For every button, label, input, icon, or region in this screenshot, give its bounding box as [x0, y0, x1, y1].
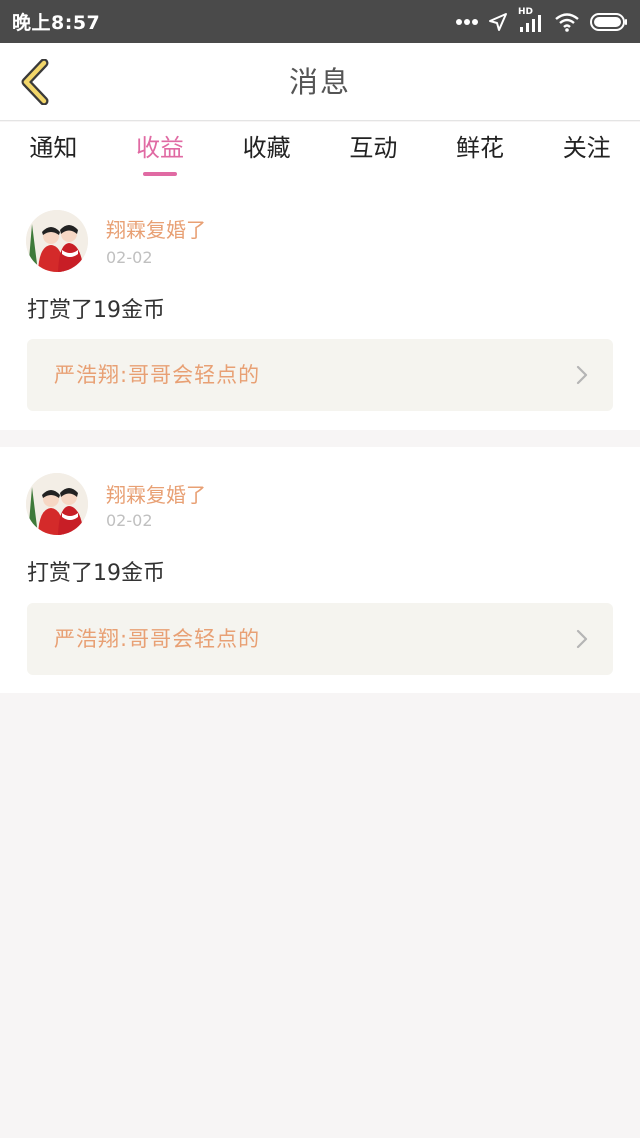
message-date: 02-02 [106, 511, 153, 530]
nav-bar: 消息 [0, 43, 640, 121]
quoted-content-link[interactable]: 严浩翔:哥哥会轻点的 [27, 339, 613, 411]
quoted-content-link[interactable]: 严浩翔:哥哥会轻点的 [27, 603, 613, 675]
location-arrow-icon [489, 12, 507, 31]
tab-follows[interactable]: 关注 [533, 122, 640, 182]
tab-label: 收藏 [242, 134, 291, 162]
tab-label: 收益 [136, 134, 184, 162]
tab-label: 通知 [29, 134, 78, 162]
avatar[interactable] [26, 210, 88, 272]
tab-notifications[interactable]: 通知 [0, 122, 107, 182]
message-date: 02-02 [106, 248, 153, 267]
username[interactable]: 翔霖复婚了 [106, 214, 206, 243]
tab-label: 关注 [562, 134, 611, 162]
tab-favorites[interactable]: 收藏 [213, 122, 320, 182]
chevron-right-icon [576, 365, 588, 385]
active-tab-indicator [143, 172, 177, 176]
quoted-text: 严浩翔:哥哥会轻点的 [54, 627, 261, 651]
chevron-right-icon [576, 629, 588, 649]
tab-bar: 通知 收益 收藏 互动 鲜花 关注 [0, 122, 640, 182]
message-text: 打赏了19金币 [27, 561, 165, 586]
tab-interactions[interactable]: 互动 [320, 122, 427, 182]
status-icons: HD [456, 7, 628, 33]
battery-icon [590, 12, 627, 31]
tab-earnings[interactable]: 收益 [107, 122, 214, 182]
tab-label: 鲜花 [456, 134, 505, 162]
status-time: 晚上8:57 [12, 12, 101, 34]
tab-flowers[interactable]: 鲜花 [427, 122, 534, 182]
message-card: 翔霖复婚了 02-02 打赏了19金币 严浩翔:哥哥会轻点的 [0, 182, 640, 430]
wifi-icon [555, 12, 579, 32]
tab-label: 互动 [349, 134, 398, 162]
message-text: 打赏了19金币 [27, 298, 165, 323]
avatar[interactable] [26, 473, 88, 535]
quoted-text: 严浩翔:哥哥会轻点的 [54, 363, 261, 387]
message-card: 翔霖复婚了 02-02 打赏了19金币 严浩翔:哥哥会轻点的 [0, 447, 640, 693]
more-dots-icon [456, 18, 478, 25]
status-bar: 晚上8:57 HD [0, 0, 640, 43]
username[interactable]: 翔霖复婚了 [106, 479, 206, 508]
page-title: 消息 [288, 65, 351, 99]
signal-icon: HD [518, 7, 544, 33]
